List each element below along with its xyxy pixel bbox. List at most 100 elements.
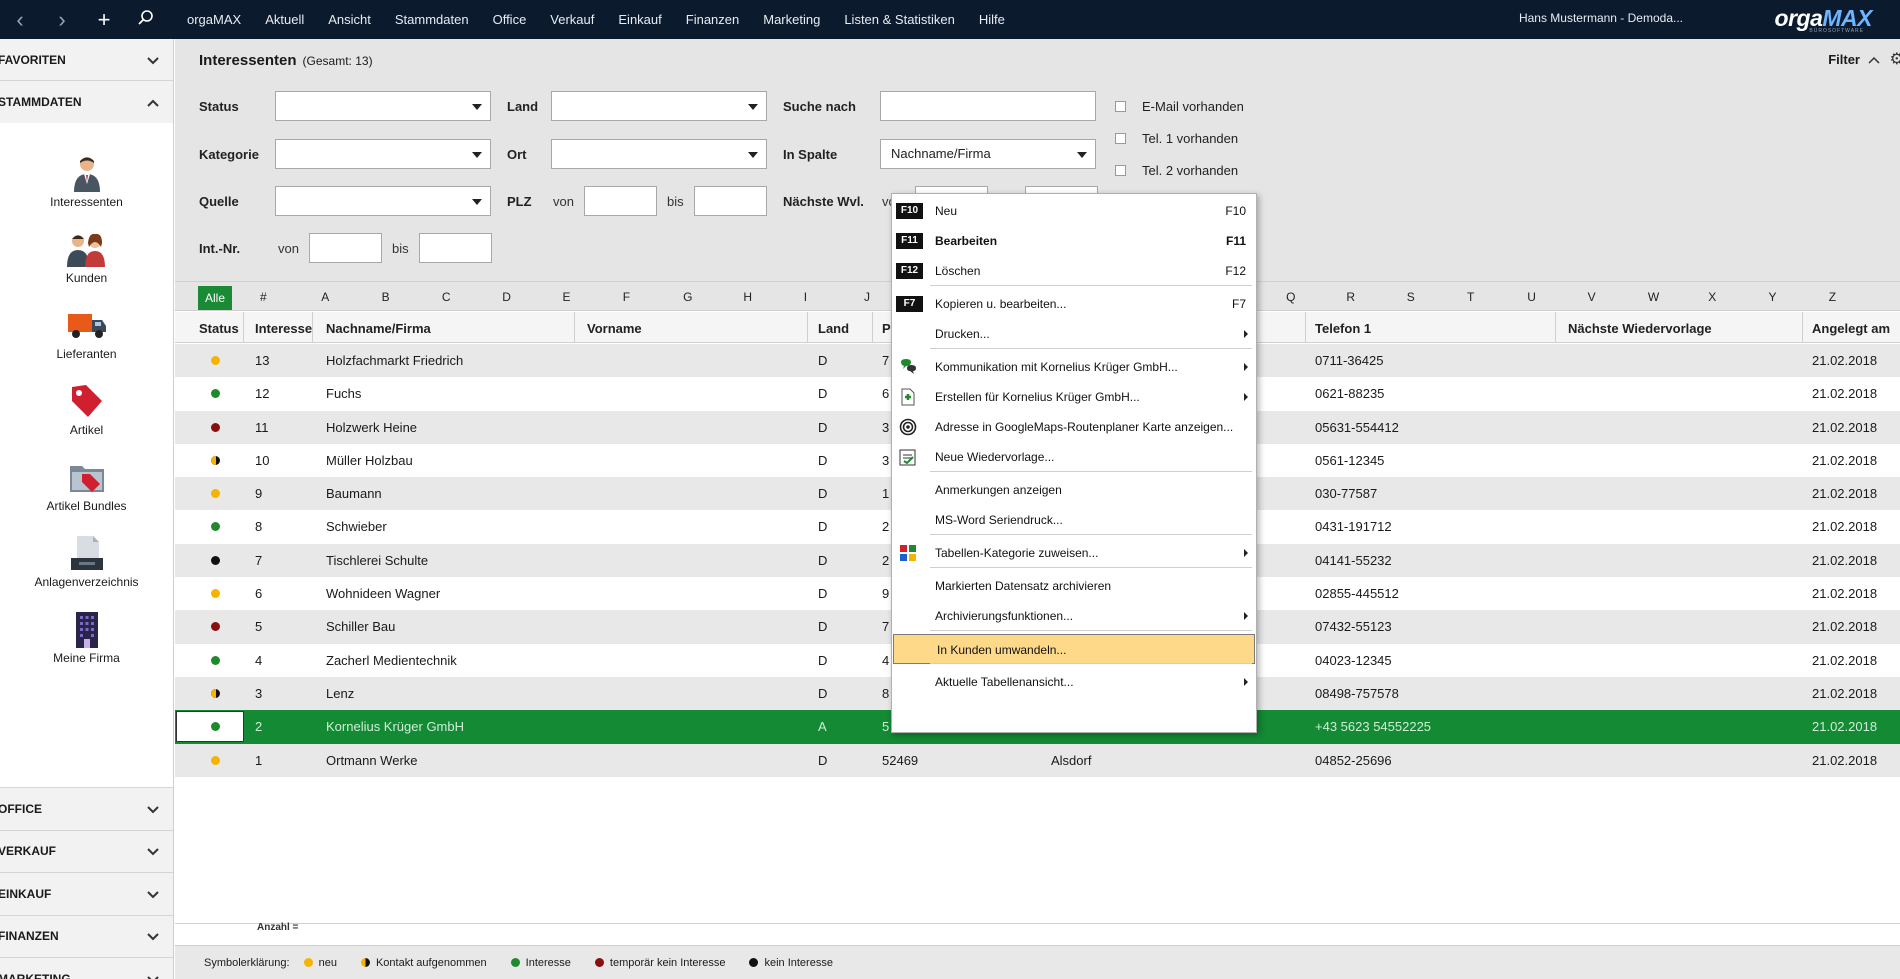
land-select[interactable] <box>551 91 767 121</box>
alphabet-letter-y[interactable]: Y <box>1769 290 1777 304</box>
menu-item-adresse-in-googlemaps-routenplaner-karte-anzeigen[interactable]: Adresse in GoogleMaps-Routenplaner Karte… <box>892 412 1256 442</box>
int-nr-bis-input[interactable] <box>419 233 492 263</box>
sidebar-item-interessenten[interactable]: Interessenten <box>0 145 173 221</box>
alphabet-letter-s[interactable]: S <box>1407 290 1415 304</box>
menu-item-drucken[interactable]: Drucken... <box>892 319 1256 349</box>
menu-listen-statistiken[interactable]: Listen & Statistiken <box>832 12 967 27</box>
alphabet-letter-i[interactable]: I <box>804 290 807 304</box>
sidebar-section-office[interactable]: OFFICE <box>0 788 173 831</box>
alphabet-letter-t[interactable]: T <box>1467 290 1474 304</box>
sidebar-section-marketing[interactable]: MARKETING <box>0 958 173 979</box>
quelle-select[interactable] <box>275 186 491 216</box>
search-input[interactable] <box>880 91 1096 121</box>
menu-item-erstellen-für-kornelius-krüger-gmbh[interactable]: Erstellen für Kornelius Krüger GmbH... <box>892 382 1256 412</box>
menu-item-kopieren-u-bearbeiten[interactable]: F7 Kopieren u. bearbeiten... F7 <box>892 289 1256 319</box>
alphabet-letter-w[interactable]: W <box>1648 290 1659 304</box>
ort-select[interactable] <box>551 139 767 169</box>
filter-toggle-button[interactable]: Filter <box>1828 52 1880 67</box>
sidebar-item-anlagenverzeichnis[interactable]: Anlagenverzeichnis <box>0 525 173 601</box>
sidebar-item-artikel-bundles[interactable]: Artikel Bundles <box>0 449 173 525</box>
column-separator[interactable] <box>872 312 873 343</box>
menu-hilfe[interactable]: Hilfe <box>967 12 1017 27</box>
column-separator[interactable] <box>574 312 575 343</box>
status-select[interactable] <box>275 91 491 121</box>
alphabet-letter-x[interactable]: X <box>1708 290 1716 304</box>
forward-icon[interactable]: › <box>52 8 72 31</box>
column-separator[interactable] <box>1305 312 1306 343</box>
column-separator[interactable] <box>312 312 313 343</box>
column-header-nachname-firma[interactable]: Nachname/Firma <box>326 321 431 336</box>
menu-finanzen[interactable]: Finanzen <box>674 12 751 27</box>
menu-item-neu[interactable]: F10 Neu F10 <box>892 196 1256 226</box>
column-header-nächste-wiedervorlage[interactable]: Nächste Wiedervorlage <box>1568 321 1712 336</box>
alphabet-all-button[interactable]: Alle <box>198 286 232 310</box>
menu-ansicht[interactable]: Ansicht <box>316 12 383 27</box>
sidebar-section-stammdaten[interactable]: STAMMDATEN <box>0 81 173 123</box>
alphabet-letter-hash[interactable]: # <box>260 290 267 304</box>
menu-office[interactable]: Office <box>481 12 539 27</box>
menu-item-kommunikation-mit-kornelius-krüger-gmbh[interactable]: Kommunikation mit Kornelius Krüger GmbH.… <box>892 352 1256 382</box>
menu-item-ms-word-seriendruck[interactable]: MS-Word Seriendruck... <box>892 505 1256 535</box>
menu-item-tabellen-kategorie-zuweisen[interactable]: Tabellen-Kategorie zuweisen... <box>892 538 1256 568</box>
menu-marketing[interactable]: Marketing <box>751 12 832 27</box>
sidebar-section-finanzen[interactable]: FINANZEN <box>0 915 173 958</box>
sidebar-section-einkauf[interactable]: EINKAUF <box>0 873 173 916</box>
plz-bis-input[interactable] <box>694 186 767 216</box>
menu-item-in-kunden-umwandeln[interactable]: In Kunden umwandeln... <box>893 634 1255 664</box>
menu-item-aktuelle-tabellenansicht[interactable]: Aktuelle Tabellenansicht... <box>892 667 1256 697</box>
column-header-interesse[interactable]: Interesse <box>255 321 312 336</box>
menu-item-bearbeiten[interactable]: F11 Bearbeiten F11 <box>892 226 1256 256</box>
sidebar-section-verkauf[interactable]: VERKAUF <box>0 830 173 873</box>
sidebar-item-artikel[interactable]: Artikel <box>0 373 173 449</box>
alphabet-letter-q[interactable]: Q <box>1286 290 1295 304</box>
alphabet-letter-j[interactable]: J <box>864 290 870 304</box>
search-icon[interactable] <box>136 9 156 31</box>
email-checkbox[interactable] <box>1115 101 1126 112</box>
alphabet-letter-h[interactable]: H <box>743 290 752 304</box>
alphabet-letter-g[interactable]: G <box>683 290 692 304</box>
kategorie-select[interactable] <box>275 139 491 169</box>
column-separator[interactable] <box>807 312 808 343</box>
in-spalte-select[interactable]: Nachname/Firma <box>880 139 1096 169</box>
alphabet-letter-c[interactable]: C <box>442 290 451 304</box>
sidebar-item-meine-firma[interactable]: Meine Firma <box>0 601 173 677</box>
alphabet-letter-r[interactable]: R <box>1346 290 1355 304</box>
column-header-telefon-1[interactable]: Telefon 1 <box>1315 321 1371 336</box>
alphabet-letter-d[interactable]: D <box>502 290 511 304</box>
add-icon[interactable]: + <box>94 8 114 31</box>
alphabet-letter-a[interactable]: A <box>321 290 329 304</box>
menu-item-markierten-datensatz-archivieren[interactable]: Markierten Datensatz archivieren <box>892 571 1256 601</box>
column-separator[interactable] <box>243 312 244 343</box>
sidebar-section-favoriten[interactable]: FAVORITEN <box>0 39 173 81</box>
column-header-vorname[interactable]: Vorname <box>587 321 642 336</box>
tel2-checkbox[interactable] <box>1115 165 1126 176</box>
menu-item-anmerkungen-anzeigen[interactable]: Anmerkungen anzeigen <box>892 475 1256 505</box>
menu-stammdaten[interactable]: Stammdaten <box>383 12 481 27</box>
column-separator[interactable] <box>1802 312 1803 343</box>
alphabet-letter-v[interactable]: V <box>1588 290 1596 304</box>
alphabet-letter-e[interactable]: E <box>563 290 571 304</box>
int-nr-von-input[interactable] <box>309 233 382 263</box>
plz-von-input[interactable] <box>584 186 657 216</box>
gear-icon[interactable]: ⚙ <box>1890 49 1900 69</box>
column-header-land[interactable]: Land <box>818 321 849 336</box>
menu-einkauf[interactable]: Einkauf <box>606 12 673 27</box>
alphabet-letter-f[interactable]: F <box>623 290 630 304</box>
menu-item-neue-wiedervorlage[interactable]: Neue Wiedervorlage... <box>892 442 1256 472</box>
sidebar-item-lieferanten[interactable]: Lieferanten <box>0 297 173 373</box>
menu-item-archivierungsfunktionen[interactable]: Archivierungsfunktionen... <box>892 601 1256 631</box>
menu-verkauf[interactable]: Verkauf <box>538 12 606 27</box>
user-name[interactable]: Hans Mustermann - Demoda... <box>1519 11 1683 25</box>
alphabet-letter-u[interactable]: U <box>1527 290 1536 304</box>
table-row[interactable]: 1 Ortmann Werke D 52469 Alsdorf 04852-25696 21… <box>175 743 1900 777</box>
menu-aktuell[interactable]: Aktuell <box>253 12 316 27</box>
column-separator[interactable] <box>1555 312 1556 343</box>
column-header-status[interactable]: Status <box>199 321 239 336</box>
menu-item-löschen[interactable]: F12 Löschen F12 <box>892 256 1256 286</box>
alphabet-letter-z[interactable]: Z <box>1829 290 1836 304</box>
menu-orgamax[interactable]: orgaMAX <box>175 12 253 27</box>
column-header-angelegt-am[interactable]: Angelegt am <box>1812 321 1890 336</box>
tel1-checkbox[interactable] <box>1115 133 1126 144</box>
sidebar-item-kunden[interactable]: Kunden <box>0 221 173 297</box>
back-icon[interactable]: ‹ <box>10 8 30 31</box>
